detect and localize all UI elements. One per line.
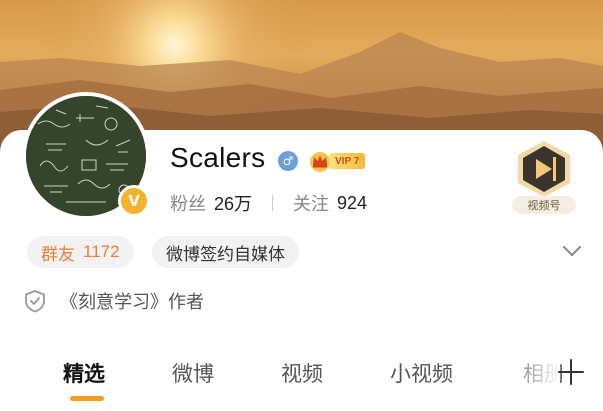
active-tab-indicator <box>70 396 104 401</box>
verified-badge-icon: V <box>118 185 150 217</box>
profile-name: Scalers <box>170 142 266 173</box>
vip-level-label: VIP 7 <box>329 153 366 169</box>
following-label[interactable]: 关注 <box>293 190 329 216</box>
signed-media-tag[interactable]: 微博签约自媒体 <box>152 236 299 268</box>
tab-featured[interactable]: 精选 <box>63 358 105 388</box>
tabs-fade-overlay <box>500 352 560 397</box>
following-count[interactable]: 924 <box>337 193 367 214</box>
chevron-down-icon[interactable] <box>562 244 582 258</box>
group-friends-count: 1172 <box>83 242 120 261</box>
profile-intro: 《刻意学习》作者 <box>24 288 204 314</box>
shield-check-icon <box>25 290 45 313</box>
plus-icon[interactable] <box>555 356 587 388</box>
stats-divider <box>272 195 274 211</box>
intro-text: 《刻意学习》作者 <box>60 292 204 313</box>
video-channel-label[interactable]: 视频号 <box>512 196 576 214</box>
group-friends-label: 群友 <box>41 244 75 265</box>
tab-short-video[interactable]: 小视频 <box>390 358 453 388</box>
profile-stats: 粉丝 26万 关注 924 <box>170 190 367 216</box>
signed-media-label: 微博签约自媒体 <box>166 244 285 265</box>
tab-weibo[interactable]: 微博 <box>172 358 214 388</box>
tab-video[interactable]: 视频 <box>281 358 323 388</box>
group-friends-tag[interactable]: 群友 1172 <box>27 236 134 268</box>
followers-count[interactable]: 26万 <box>214 190 252 216</box>
male-icon: ♂ <box>278 151 298 171</box>
followers-label[interactable]: 粉丝 <box>170 190 206 216</box>
profile-tabs: 精选 微博 视频 小视频 相册 <box>0 352 603 411</box>
vip-badge[interactable]: VIP 7 <box>308 150 366 172</box>
